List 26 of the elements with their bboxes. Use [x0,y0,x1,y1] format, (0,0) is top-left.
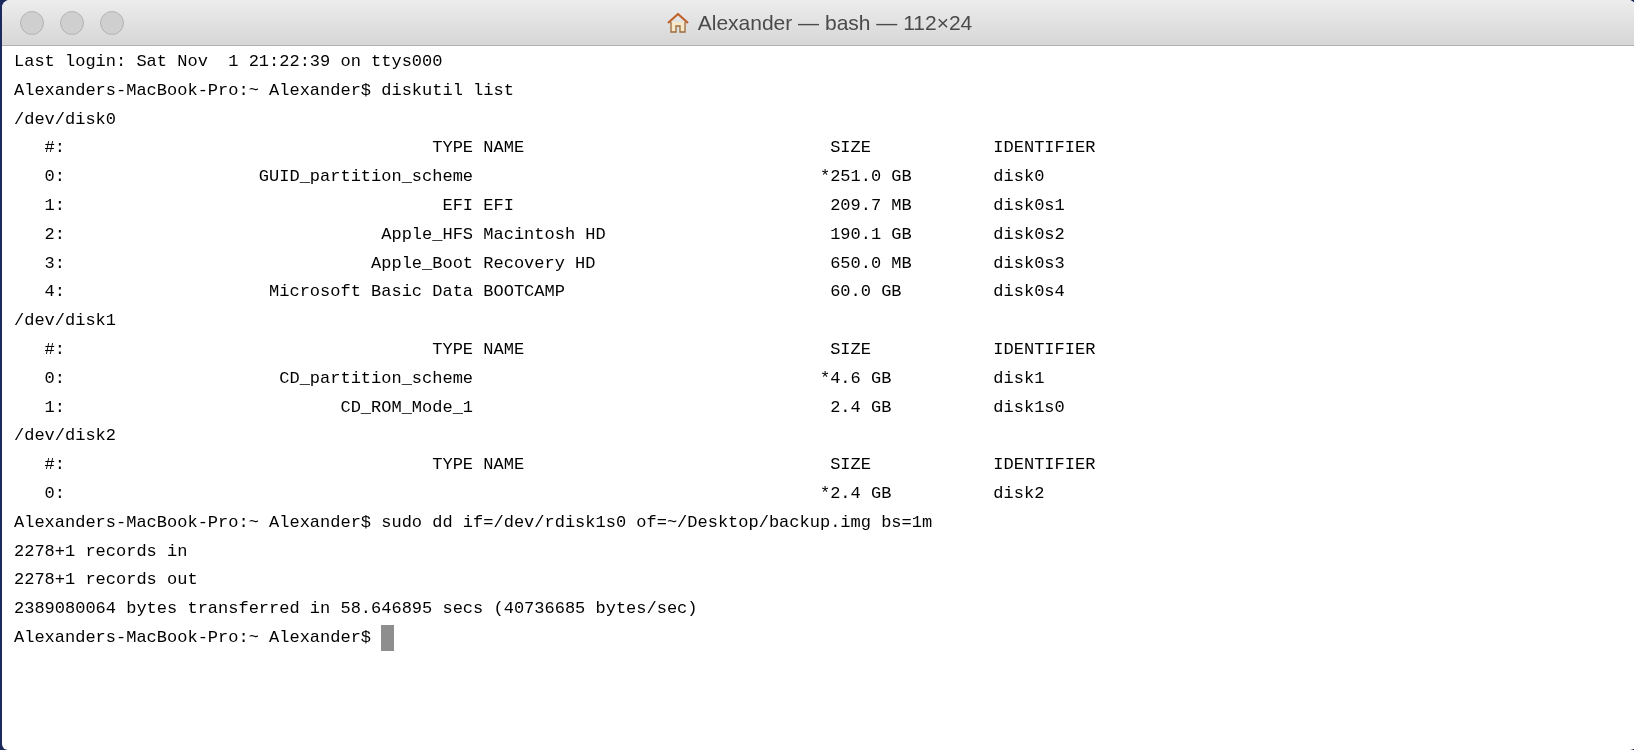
minimize-button[interactable] [60,10,84,35]
terminal-line: 0: *2.4 GB disk2 [43,482,1046,505]
zoom-button[interactable] [100,10,124,35]
terminal-line: /dev/disk2 [14,425,118,448]
prompt-text: Alexanders-MacBook-Pro:~ Alexander$ [14,626,372,649]
terminal-line: /dev/disk1 [14,310,118,333]
terminal-line: 2: Apple_HFS Macintosh HD 190.1 GB disk0s2 [43,223,1066,246]
terminal-line: #: TYPE NAME SIZE IDENTIFIER [43,454,1097,477]
terminal-line: Alexanders-MacBook-Pro:~ Alexander$ diskutil list [14,79,515,102]
close-button[interactable] [20,10,44,35]
house-icon [665,10,690,35]
terminal-line: #: TYPE NAME SIZE IDENTIFIER [43,338,1097,361]
terminal-line: 0: CD_partition_scheme *4.6 GB disk1 [43,367,1046,390]
terminal-line: 1: EFI EFI 209.7 MB disk0s1 [43,195,1066,217]
terminal-line: /dev/disk0 [14,108,118,131]
terminal-line: 4: Microsoft Basic Data BOOTCAMP 60.0 GB disk0s4 [43,281,1066,304]
window-title: Alexander — bash — 112×24 [697,9,973,36]
terminal-line: 0: GUID_partition_scheme *251.0 GB disk0 [43,166,1046,189]
terminal-line: Last login: Sat Nov 1 21:22:39 on ttys000 [14,51,444,73]
terminal-line: Alexanders-MacBook-Pro:~ Alexander$ sudo dd if=/dev/rdisk1s0 of=~/Desktop/backup.img bs=1m [14,511,934,534]
terminal-line: 2389080064 bytes transferred in 58.646895 secs (40736685 bytes/sec) [14,598,699,621]
terminal-line: 2278+1 records out [14,569,199,592]
terminal-line: 2278+1 records in [14,540,189,563]
terminal-line: 3: Apple_Boot Recovery HD 650.0 MB disk0s3 [43,252,1066,275]
terminal-line: 1: CD_ROM_Mode_1 2.4 GB disk1s0 [43,396,1066,419]
terminal-line: #: TYPE NAME SIZE IDENTIFIER [43,137,1097,160]
